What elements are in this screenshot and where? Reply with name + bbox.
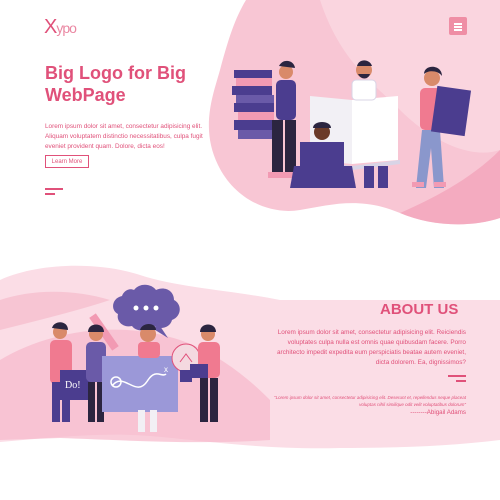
testimonial-quote: "Lorem ipsum dolor sit amet, consectetur…: [274, 395, 466, 407]
testimonial-author: --------Abigail Adams: [410, 409, 466, 416]
decor-dash: [45, 188, 63, 190]
decor-dash: [456, 380, 466, 382]
about-text: Lorem ipsum dolor sit amet, consectetur …: [277, 329, 466, 366]
decor-dash: [45, 193, 55, 195]
logo[interactable]: Xypo: [44, 16, 77, 39]
about-title: ABOUT US: [380, 301, 459, 318]
menu-button[interactable]: [449, 17, 467, 35]
people-with-books-illustration: [232, 60, 472, 188]
logo-text: ypo: [56, 20, 77, 36]
logo-x: X: [44, 16, 57, 38]
hamburger-icon-line: [454, 26, 462, 28]
svg-text:Do!: Do!: [65, 380, 81, 391]
team-brainstorm-illustration: Do! x: [50, 284, 220, 432]
hamburger-icon: [454, 23, 462, 25]
decor-dash: [448, 375, 466, 377]
svg-text:x: x: [164, 365, 168, 374]
hero-title: Big Logo for Big WebPage: [45, 63, 186, 105]
learn-more-button[interactable]: Learn More: [45, 155, 89, 168]
hero-text: Lorem ipsum dolor sit amet, consectetur …: [45, 123, 203, 150]
hamburger-icon-line: [454, 29, 462, 31]
